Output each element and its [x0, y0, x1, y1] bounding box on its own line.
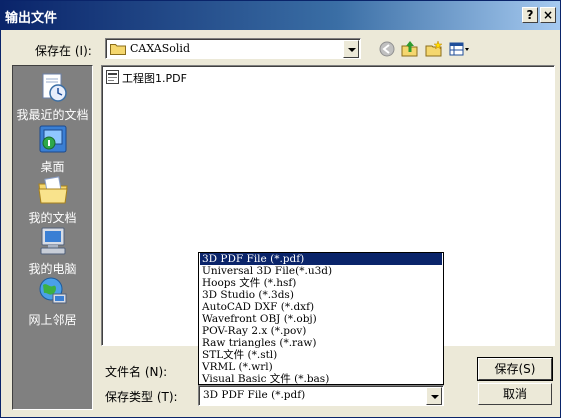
place-my-documents[interactable]: 我的文档	[13, 174, 92, 225]
places-bar: 我最近的文档 桌面 我的文档 我的电脑 网上邻居	[12, 65, 93, 410]
pdf-file-icon	[106, 70, 119, 84]
filetype-option[interactable]: STL文件 (*.stl)	[200, 349, 442, 361]
place-recent-documents[interactable]: 我最近的文档	[13, 71, 92, 122]
filetype-option[interactable]: Wavefront OBJ (*.obj)	[200, 313, 442, 325]
cancel-button[interactable]: 取消	[478, 383, 552, 405]
chevron-down-icon[interactable]	[426, 387, 442, 405]
filetype-label: 保存类型 (T):	[105, 390, 178, 404]
filetype-dropdown[interactable]: 3D PDF File (*.pdf)	[198, 385, 444, 406]
chevron-down-icon[interactable]	[343, 40, 359, 58]
filetype-option[interactable]: POV-Ray 2.x (*.pov)	[200, 325, 442, 337]
filetype-option[interactable]: Universal 3D File(*.u3d)	[200, 265, 442, 277]
save-in-dropdown[interactable]: CAXASolid	[105, 38, 361, 59]
filename-label: 文件名 (N):	[105, 365, 168, 379]
save-in-value: CAXASolid	[130, 42, 190, 55]
filetype-selected: 3D PDF File (*.pdf)	[203, 389, 306, 401]
place-label: 网上邻居	[28, 313, 77, 327]
network-places-icon	[39, 277, 67, 304]
filetype-option[interactable]: 3D Studio (*.3ds)	[200, 289, 442, 301]
my-documents-icon	[38, 176, 68, 204]
folder-icon	[110, 44, 126, 55]
place-label: 我的文档	[28, 211, 77, 225]
filetype-option[interactable]: Raw triangles (*.raw)	[200, 337, 442, 349]
help-button[interactable]: ?	[522, 7, 538, 23]
filetype-option[interactable]: VRML (*.wrl)	[200, 361, 442, 373]
place-label: 我的电脑	[28, 262, 77, 276]
close-button[interactable]: ×	[540, 7, 556, 23]
title-bar: 输出文件 ? ×	[1, 1, 560, 30]
filetype-option[interactable]: Visual Basic 文件 (*.bas)	[200, 373, 442, 385]
place-desktop[interactable]: 桌面	[13, 123, 92, 174]
new-folder-icon[interactable]	[424, 40, 444, 58]
recent-documents-icon	[42, 73, 67, 102]
save-in-label: 保存在 (I):	[35, 44, 92, 58]
desktop-icon	[39, 125, 67, 153]
save-dialog: 输出文件 ? × 保存在 (I): CAXASolid 我最近的文档 桌面 我的…	[0, 0, 561, 418]
up-folder-icon[interactable]	[400, 40, 420, 58]
place-network[interactable]: 网上邻居	[13, 276, 92, 327]
filetype-options-list[interactable]: 3D PDF File (*.pdf) Universal 3D File(*.…	[198, 252, 444, 385]
view-menu-icon[interactable]	[448, 40, 472, 58]
place-label: 桌面	[40, 160, 65, 174]
my-computer-icon	[40, 227, 66, 255]
filetype-option[interactable]: Hoops 文件 (*.hsf)	[200, 277, 442, 289]
save-button[interactable]: 保存(S)	[477, 357, 553, 381]
filetype-option[interactable]: 3D PDF File (*.pdf)	[200, 253, 442, 265]
back-icon[interactable]	[377, 40, 397, 58]
file-name: 工程图1.PDF	[122, 72, 187, 85]
filetype-option[interactable]: AutoCAD DXF (*.dxf)	[200, 301, 442, 313]
window-title: 输出文件	[5, 11, 58, 26]
place-label: 我最近的文档	[16, 108, 89, 122]
place-my-computer[interactable]: 我的电脑	[13, 225, 92, 276]
